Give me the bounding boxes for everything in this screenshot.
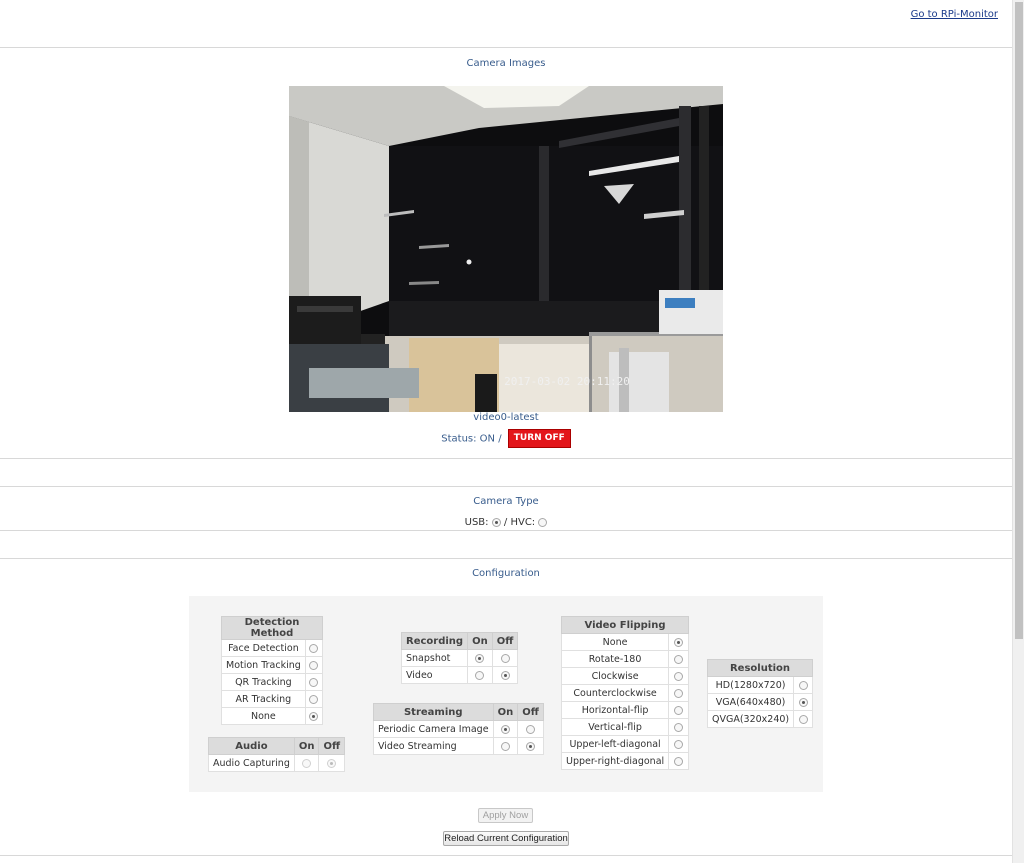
resolution-vga-radio[interactable] (798, 697, 808, 707)
divider (0, 458, 1012, 459)
detection-qr-radio[interactable] (309, 677, 319, 687)
periodic-image-off-radio[interactable] (525, 724, 535, 734)
flip-option-label: Vertical-flip (560, 718, 670, 736)
audio-capturing-label: Audio Capturing (208, 754, 295, 772)
camera-type-selector: USB: / HVC: (0, 517, 1012, 528)
flip-rotate180-radio[interactable] (674, 654, 684, 664)
flip-option-label: Clockwise (560, 667, 670, 685)
detection-option-label: Motion Tracking (221, 656, 306, 674)
divider (0, 530, 1012, 531)
recording-video-label: Video (400, 666, 469, 684)
vertical-scrollbar[interactable] (1012, 0, 1024, 863)
video-flipping-header: Video Flipping (561, 616, 689, 634)
hvc-label: HVC: (510, 517, 536, 528)
snapshot-on-radio[interactable] (475, 653, 485, 663)
camera-type-title: Camera Type (473, 496, 539, 507)
streaming-off-header: Off (517, 703, 544, 721)
resolution-header: Resolution (707, 659, 813, 677)
configuration-title: Configuration (472, 568, 540, 579)
detection-option-label: AR Tracking (221, 690, 306, 708)
periodic-image-on-radio[interactable] (500, 724, 510, 734)
video-streaming-off-radio[interactable] (525, 741, 535, 751)
detection-option-label: None (221, 707, 306, 725)
flip-clockwise-radio[interactable] (674, 671, 684, 681)
video-flipping-table: Video Flipping None Rotate-180 Clockwise… (560, 616, 689, 770)
audio-capturing-on-radio[interactable] (302, 758, 312, 768)
streaming-on-header: On (492, 703, 519, 721)
image-timestamp: 2017-03-02 20:11:20 (504, 375, 630, 388)
streaming-header: Streaming (373, 703, 494, 721)
detection-motion-radio[interactable] (309, 660, 319, 670)
audio-on-header: On (293, 737, 320, 755)
flip-option-label: Horizontal-flip (560, 701, 670, 719)
status-label: Status: ON / (441, 433, 502, 445)
resolution-option-label: QVGA(320x240) (706, 710, 795, 728)
resolution-table: Resolution HD(1280x720) VGA(640x480) QVG… (706, 659, 813, 728)
flip-horizontal-radio[interactable] (674, 705, 684, 715)
recording-table: Recording On Off Snapshot Video (400, 632, 519, 684)
usb-radio[interactable] (491, 517, 501, 527)
usb-label: USB: (464, 517, 489, 528)
detection-none-radio[interactable] (309, 711, 319, 721)
camera-images-title: Camera Images (466, 58, 546, 69)
flip-option-label: Counterclockwise (560, 684, 670, 702)
resolution-qvga-radio[interactable] (798, 714, 808, 724)
video-streaming-on-radio[interactable] (500, 741, 510, 751)
recording-off-header: Off (491, 632, 519, 650)
divider (0, 486, 1012, 487)
video-on-radio[interactable] (475, 670, 485, 680)
recording-on-header: On (467, 632, 493, 650)
video-off-radio[interactable] (500, 670, 510, 680)
streaming-table: Streaming On Off Periodic Camera Image V… (373, 703, 544, 755)
camera-snapshot-image: 2017-03-02 20:11:20 (289, 86, 723, 412)
flip-upper-left-diagonal-radio[interactable] (674, 739, 684, 749)
detection-option-label: Face Detection (221, 639, 306, 657)
configuration-panel: Detection Method Face Detection Motion T… (189, 596, 823, 792)
main-content: Go to RPi-Monitor Camera Images 2017-03-… (0, 0, 1012, 863)
flip-option-label: Upper-left-diagonal (560, 735, 670, 753)
detection-ar-radio[interactable] (309, 694, 319, 704)
divider (0, 558, 1012, 559)
flip-option-label: None (560, 633, 670, 651)
flip-option-label: Upper-right-diagonal (560, 752, 670, 770)
resolution-hd-radio[interactable] (798, 680, 808, 690)
recording-header: Recording (400, 632, 469, 650)
audio-off-header: Off (318, 737, 346, 755)
flip-option-label: Rotate-180 (560, 650, 670, 668)
rpi-monitor-link[interactable]: Go to RPi-Monitor (911, 9, 998, 20)
periodic-image-label: Periodic Camera Image (373, 720, 494, 738)
detection-option-label: QR Tracking (221, 673, 306, 691)
detection-method-table: Detection Method Face Detection Motion T… (221, 616, 324, 725)
divider (0, 855, 1012, 856)
resolution-option-label: VGA(640x480) (706, 693, 795, 711)
detection-method-header: Detection Method (221, 616, 323, 640)
apply-now-button[interactable]: Apply Now (478, 808, 533, 823)
flip-counterclockwise-radio[interactable] (674, 688, 684, 698)
camera-status: Status: ON / TURN OFF (0, 429, 1012, 449)
camera-type-separator: / (503, 517, 508, 528)
turn-off-button[interactable]: TURN OFF (507, 429, 571, 448)
detection-face-radio[interactable] (309, 643, 319, 653)
scrollbar-thumb[interactable] (1015, 2, 1023, 639)
image-caption: video0-latest (473, 412, 539, 423)
recording-snapshot-label: Snapshot (400, 649, 469, 667)
flip-vertical-radio[interactable] (674, 722, 684, 732)
video-streaming-label: Video Streaming (373, 737, 494, 755)
resolution-option-label: HD(1280x720) (706, 676, 795, 694)
top-bar: Go to RPi-Monitor (0, 0, 1012, 48)
hvc-radio[interactable] (538, 517, 548, 527)
snapshot-off-radio[interactable] (500, 653, 510, 663)
audio-header: Audio (208, 737, 295, 755)
audio-capturing-off-radio[interactable] (327, 758, 337, 768)
reload-configuration-button[interactable]: Reload Current Configuration (443, 831, 569, 846)
audio-table: Audio On Off Audio Capturing (208, 737, 346, 772)
flip-none-radio[interactable] (674, 637, 684, 647)
flip-upper-right-diagonal-radio[interactable] (674, 756, 684, 766)
